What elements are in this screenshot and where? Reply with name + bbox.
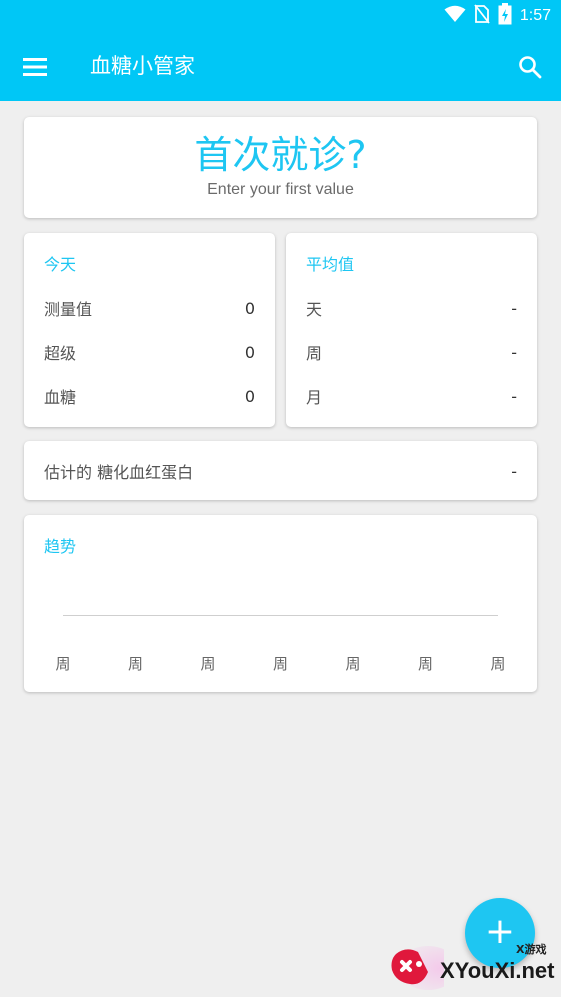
today-row-high: 超级 0 <box>44 339 255 365</box>
search-button[interactable] <box>513 50 547 84</box>
first-visit-card[interactable]: 首次就诊? Enter your first value <box>24 117 537 218</box>
row-label: 超级 <box>44 344 77 363</box>
trend-tick-label: 周 <box>490 655 506 673</box>
status-time: 1:57 <box>519 7 551 24</box>
today-row-glucose: 血糖 0 <box>44 383 255 409</box>
app-header: 1:57 血糖小管家 <box>0 0 561 101</box>
watermark: X游戏 XYouXi.net <box>388 936 561 997</box>
menu-icon <box>23 58 47 76</box>
hba1c-label: 估计的 糖化血红蛋白 <box>44 463 194 482</box>
average-row-day: 天 - <box>306 295 517 321</box>
row-label: 测量值 <box>44 300 93 319</box>
menu-button[interactable] <box>18 52 52 82</box>
battery-icon <box>498 3 512 29</box>
watermark-small-text: X游戏 <box>516 943 547 956</box>
today-row-measurements: 测量值 0 <box>44 295 255 321</box>
trend-tick-label: 周 <box>127 655 144 673</box>
trend-tick-label: 周 <box>417 655 434 673</box>
trend-tick-label: 周 <box>200 655 216 673</box>
average-header: 平均值 <box>306 255 355 274</box>
trend-baseline <box>63 615 498 616</box>
hba1c-row: 估计的 糖化血红蛋白 - <box>44 458 517 484</box>
row-value: 0 <box>244 342 255 362</box>
first-visit-subtitle: Enter your first value <box>207 181 354 198</box>
average-card: 平均值 天 - 周 - 月 - <box>286 233 537 427</box>
trend-header: 趋势 <box>44 537 77 556</box>
row-value: 0 <box>244 298 255 318</box>
watermark-text: XYouXi.net <box>440 958 555 983</box>
trend-tick-label: 周 <box>272 655 289 673</box>
row-value: 0 <box>244 386 255 406</box>
average-row-week: 周 - <box>306 339 517 365</box>
row-label: 天 <box>306 300 323 319</box>
average-row-month: 月 - <box>306 383 517 409</box>
hba1c-card: 估计的 糖化血红蛋白 - <box>24 441 537 500</box>
gamepad-logo-icon <box>391 946 444 990</box>
trend-x-axis: 周 周 周 周 周 周 周 <box>24 653 537 677</box>
app-bar: 血糖小管家 <box>0 32 561 101</box>
app-title: 血糖小管家 <box>90 54 195 78</box>
trend-tick-label: 周 <box>345 655 361 673</box>
trend-tick-label: 周 <box>55 655 71 673</box>
wifi-icon <box>444 5 466 27</box>
today-header: 今天 <box>44 255 77 274</box>
row-label: 血糖 <box>44 388 77 407</box>
status-bar: 1:57 <box>0 0 561 32</box>
hba1c-value: - <box>511 461 517 481</box>
row-label: 周 <box>306 344 323 363</box>
row-value: - <box>511 386 517 406</box>
no-sim-icon <box>474 4 490 28</box>
row-value: - <box>511 298 517 318</box>
search-icon <box>519 56 542 79</box>
row-label: 月 <box>306 388 323 407</box>
status-icons: 1:57 <box>444 3 551 29</box>
today-card: 今天 测量值 0 超级 0 血糖 0 <box>24 233 275 427</box>
trend-card: 趋势 周 周 周 周 周 周 周 <box>24 515 537 692</box>
row-value: - <box>511 342 517 362</box>
first-visit-title: 首次就诊? <box>194 133 367 177</box>
